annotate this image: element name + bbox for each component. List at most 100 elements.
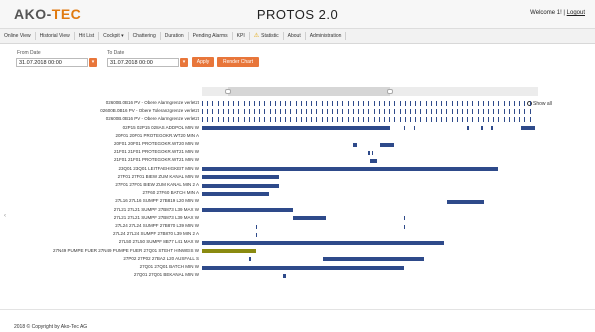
alarm-tick[interactable]: [285, 109, 287, 115]
alarm-tick[interactable]: [259, 109, 261, 115]
row-lane[interactable]: [202, 249, 538, 254]
alarm-tick[interactable]: [285, 117, 287, 123]
alarm-tick[interactable]: [243, 101, 245, 106]
alarm-bar[interactable]: [521, 126, 535, 131]
alarm-tick[interactable]: [363, 109, 365, 115]
alarm-tick[interactable]: [514, 117, 515, 123]
alarm-bar[interactable]: [202, 208, 293, 213]
alarm-tick[interactable]: [290, 101, 292, 106]
alarm-tick[interactable]: [274, 117, 276, 123]
alarm-tick[interactable]: [326, 117, 328, 123]
row-lane[interactable]: [202, 150, 538, 155]
alarm-tick[interactable]: [243, 117, 245, 123]
alarm-tick[interactable]: [498, 101, 500, 106]
alarm-tick[interactable]: [217, 101, 219, 106]
row-lane[interactable]: [202, 208, 538, 213]
alarm-tick[interactable]: [207, 117, 209, 123]
nav-item[interactable]: Duration: [161, 32, 189, 40]
alarm-tick[interactable]: [482, 117, 484, 123]
alarm-tick[interactable]: [238, 117, 240, 123]
alarm-tick[interactable]: [446, 109, 448, 115]
alarm-tick[interactable]: [295, 117, 297, 123]
alarm-tick[interactable]: [337, 109, 339, 115]
alarm-bar[interactable]: [202, 126, 391, 131]
alarm-tick[interactable]: [238, 101, 240, 106]
alarm-tick[interactable]: [482, 101, 484, 106]
alarm-tick[interactable]: [415, 109, 417, 115]
alarm-bar[interactable]: [467, 126, 470, 131]
apply-button[interactable]: Apply: [192, 57, 214, 67]
alarm-tick[interactable]: [290, 109, 292, 115]
alarm-tick[interactable]: [477, 117, 479, 123]
alarm-tick[interactable]: [248, 109, 250, 115]
alarm-tick[interactable]: [254, 101, 255, 106]
alarm-bar[interactable]: [202, 265, 404, 270]
row-lane[interactable]: [202, 232, 538, 237]
row-lane[interactable]: [202, 167, 538, 172]
alarm-tick[interactable]: [274, 101, 276, 106]
alarm-tick[interactable]: [441, 109, 443, 115]
alarm-tick[interactable]: [259, 101, 261, 106]
alarm-tick[interactable]: [503, 117, 505, 123]
alarm-tick[interactable]: [264, 109, 266, 115]
row-lane[interactable]: [202, 126, 538, 131]
alarm-tick[interactable]: [285, 101, 287, 106]
alarm-tick[interactable]: [503, 101, 505, 106]
alarm-bar[interactable]: [368, 150, 370, 155]
row-lane[interactable]: [202, 142, 538, 147]
alarm-tick[interactable]: [222, 109, 224, 115]
alarm-tick[interactable]: [493, 109, 495, 115]
alarm-tick[interactable]: [207, 101, 209, 106]
alarm-tick[interactable]: [254, 117, 255, 123]
alarm-tick[interactable]: [477, 101, 479, 106]
alarm-tick[interactable]: [508, 109, 510, 115]
calendar-icon[interactable]: ▾: [89, 58, 97, 67]
alarm-tick[interactable]: [373, 117, 375, 123]
alarm-bar[interactable]: [202, 240, 444, 245]
alarm-tick[interactable]: [529, 109, 531, 115]
alarm-tick[interactable]: [394, 109, 396, 115]
nav-item[interactable]: Hit List: [75, 32, 100, 40]
alarm-tick[interactable]: [248, 117, 250, 123]
alarm-tick[interactable]: [378, 101, 380, 106]
alarm-tick[interactable]: [212, 109, 214, 115]
alarm-tick[interactable]: [290, 117, 292, 123]
alarm-tick[interactable]: [326, 109, 328, 115]
alarm-tick[interactable]: [404, 101, 406, 106]
alarm-tick[interactable]: [264, 117, 266, 123]
alarm-bar[interactable]: [202, 249, 256, 254]
alarm-tick[interactable]: [228, 109, 229, 115]
alarm-tick[interactable]: [508, 101, 510, 106]
nav-item[interactable]: About: [284, 32, 306, 40]
alarm-tick[interactable]: [404, 109, 406, 115]
alarm-tick[interactable]: [306, 109, 307, 115]
alarm-tick[interactable]: [389, 101, 391, 106]
nav-item[interactable]: Pending Alarms: [189, 32, 233, 40]
alarm-tick[interactable]: [488, 101, 489, 106]
alarm-tick[interactable]: [311, 101, 313, 106]
nav-item[interactable]: Historial View: [36, 32, 75, 40]
alarm-tick[interactable]: [477, 109, 479, 115]
nav-item[interactable]: KPI: [233, 32, 250, 40]
alarm-tick[interactable]: [358, 101, 359, 106]
alarm-bar[interactable]: [403, 224, 406, 229]
alarm-tick[interactable]: [514, 101, 515, 106]
alarm-bar[interactable]: [370, 158, 377, 163]
row-lane[interactable]: [202, 109, 538, 115]
alarm-tick[interactable]: [446, 117, 448, 123]
alarm-tick[interactable]: [410, 101, 411, 106]
to-date-input[interactable]: 31.07.2018 00:00: [107, 58, 179, 67]
alarm-tick[interactable]: [326, 101, 328, 106]
alarm-bar[interactable]: [380, 142, 387, 147]
nav-item[interactable]: Cockpit ▾: [99, 32, 129, 40]
timeline-window[interactable]: [228, 87, 390, 96]
alarm-tick[interactable]: [519, 109, 521, 115]
alarm-bar[interactable]: [255, 232, 258, 237]
alarm-tick[interactable]: [347, 101, 349, 106]
alarm-tick[interactable]: [436, 109, 437, 115]
alarm-tick[interactable]: [280, 117, 281, 123]
alarm-bar[interactable]: [249, 257, 251, 262]
alarm-tick[interactable]: [430, 109, 432, 115]
alarm-tick[interactable]: [436, 101, 437, 106]
alarm-tick[interactable]: [472, 117, 474, 123]
